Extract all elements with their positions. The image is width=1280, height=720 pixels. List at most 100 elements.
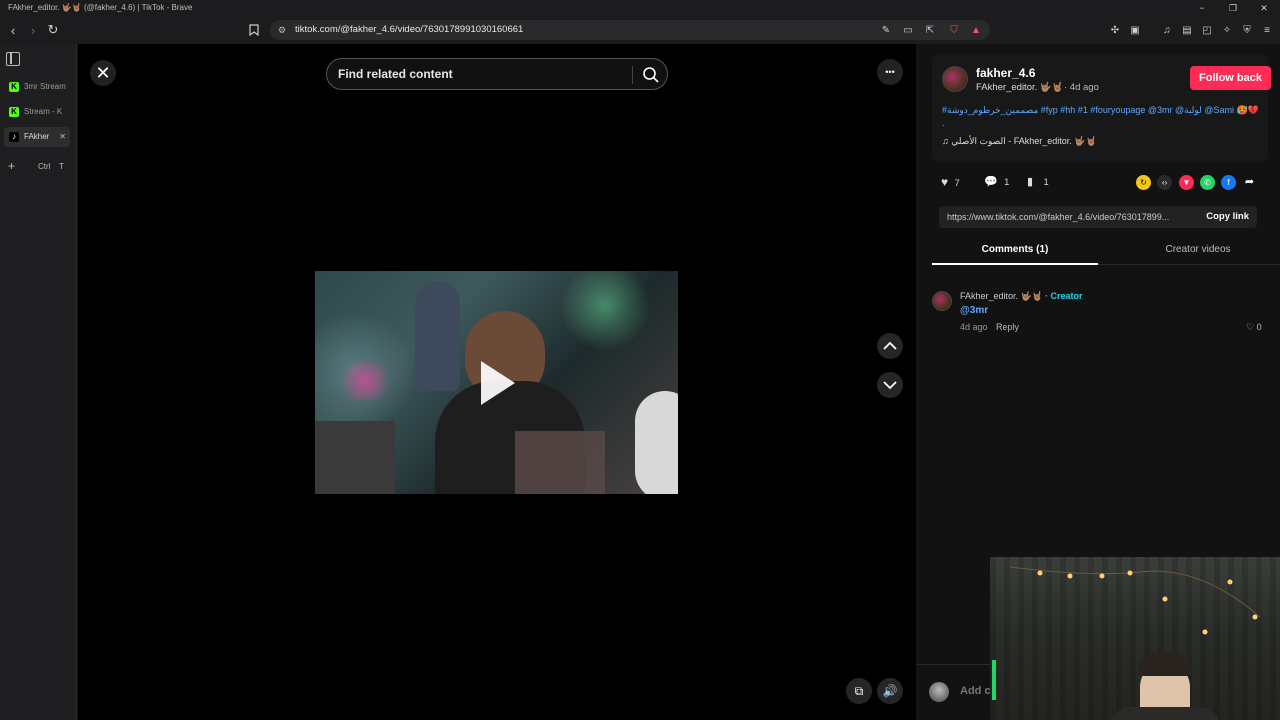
search-icon[interactable]	[641, 65, 661, 85]
site-info-icon[interactable]: ⚙	[278, 20, 286, 40]
next-video-button[interactable]	[877, 372, 903, 398]
tab-creator-videos[interactable]: Creator videos	[1115, 239, 1280, 265]
comment-age: 4d ago	[960, 322, 988, 332]
creator-badge: · Creator	[1045, 291, 1083, 301]
picture-in-picture-button[interactable]: ⧉	[846, 678, 872, 704]
sidebar-tab-stream-k[interactable]: K Stream - K	[4, 102, 70, 122]
window-titlebar: FAkher_editor. 🤟🏽🤘🏽 (@fakher_4.6) | TikT…	[0, 0, 1280, 16]
extensions-icon[interactable]: ✣	[1107, 22, 1123, 38]
post-age: · 4d ago	[1064, 82, 1099, 93]
follow-back-button[interactable]: Follow back	[1190, 66, 1271, 90]
facebook-icon[interactable]: f	[1221, 175, 1236, 190]
minimize-button[interactable]: −	[1187, 0, 1217, 16]
webcam-overlay	[990, 557, 1280, 720]
like-button[interactable]: ♥ 7	[941, 174, 960, 190]
sound-label: الصوت الأصلي - FAkher_editor. 🤟🏽🤘🏽	[951, 136, 1097, 146]
vertical-tab-sidebar: K 3mr Stream K Stream - K ♪ FAkher ✕ + C…	[0, 44, 77, 720]
chevron-down-icon	[883, 381, 897, 390]
comment-like-count: 0	[1256, 322, 1262, 332]
sound-row[interactable]: ♫ الصوت الأصلي - FAkher_editor. 🤟🏽🤘🏽	[942, 136, 1097, 147]
video-player-area: ✕ Find related content ••• ⧉ 🔊	[78, 44, 916, 720]
brave-shields-icon[interactable]: ⛉	[946, 22, 962, 38]
tiktok-icon: ♪	[9, 132, 19, 142]
heart-icon: ♥	[941, 175, 949, 189]
panel-tabs: Comments (1) Creator videos	[932, 239, 1280, 265]
bookmark-icon: ▮	[1027, 176, 1034, 188]
video-link[interactable]: https://www.tiktok.com/@fakher_4.6/video…	[947, 212, 1169, 222]
embed-icon[interactable]: ‹›	[1157, 175, 1172, 190]
comment-text[interactable]: @3mr	[960, 305, 988, 316]
comment-count: 1	[1004, 177, 1010, 187]
tab-label: FAkher	[24, 132, 50, 141]
tab-label: Stream - K	[24, 107, 63, 116]
comment-input[interactable]: Add c	[960, 685, 991, 697]
reader-icon[interactable]: ▤	[1179, 22, 1195, 38]
tab-label: 3mr Stream	[24, 82, 66, 91]
forward-icon[interactable]: ›	[23, 20, 43, 40]
tab-comments[interactable]: Comments (1)	[932, 239, 1098, 265]
new-tab-button[interactable]: +	[8, 156, 15, 176]
video-frame[interactable]	[315, 271, 678, 494]
whatsapp-icon[interactable]: ✆	[1200, 175, 1215, 190]
save-count: 1	[1043, 177, 1049, 187]
chevron-up-icon	[883, 341, 897, 350]
video-link-box: https://www.tiktok.com/@fakher_4.6/video…	[939, 206, 1257, 228]
url-text: tiktok.com/@fakher_4.6/video/76301789910…	[295, 24, 524, 35]
add-comment-bar[interactable]: Add c	[917, 664, 997, 720]
string-lights	[1009, 566, 1261, 635]
related-search-bar[interactable]: Find related content	[326, 58, 668, 90]
copy-link-button[interactable]: Copy link	[1206, 206, 1249, 228]
wallet-icon[interactable]: ◰	[1199, 22, 1215, 38]
new-tab-shortcut-key: T	[59, 162, 64, 171]
display-name[interactable]: FAkher_editor. 🤟🏽🤘🏽	[976, 82, 1064, 93]
maximize-button[interactable]: ❐	[1218, 0, 1248, 16]
avatar[interactable]	[942, 66, 968, 92]
user-avatar	[929, 682, 949, 702]
window-title: FAkher_editor. 🤟🏽🤘🏽 (@fakher_4.6) | TikT…	[8, 3, 193, 12]
share-icon[interactable]: ⇱	[922, 22, 938, 38]
back-icon[interactable]: ‹	[3, 20, 23, 40]
sidebar-tab-3mr-stream[interactable]: K 3mr Stream	[4, 77, 70, 97]
caption[interactable]: #مصممين_خرطوم_دوشة #fyp #hh #1 #fouryoup…	[942, 104, 1260, 130]
reply-button[interactable]: Reply	[996, 322, 1019, 332]
vpn-icon[interactable]: ⛨	[1239, 22, 1255, 38]
floating-player-icon: ⧉	[854, 683, 864, 698]
repost-icon[interactable]: ↻	[1136, 175, 1151, 190]
tune-icon[interactable]: ✎	[878, 22, 894, 38]
brave-rewards-icon[interactable]: ▲	[968, 22, 984, 38]
more-options-button[interactable]: •••	[877, 59, 903, 85]
heart-outline-icon: ♡	[1246, 322, 1255, 332]
comment-button[interactable]: 💬 1	[984, 174, 1009, 190]
comment-item: FAkher_editor. 🤟🏽🤘🏽 · Creator @3mr 4d ag…	[932, 289, 1268, 339]
close-window-button[interactable]: ✕	[1249, 0, 1279, 16]
speaker-icon: 🔊	[882, 684, 898, 698]
menu-icon[interactable]: ≡	[1259, 22, 1275, 38]
previous-video-button[interactable]	[877, 333, 903, 359]
reload-icon[interactable]: ↻	[43, 20, 63, 40]
username[interactable]: fakher_4.6	[976, 66, 1035, 80]
kick-icon: K	[9, 107, 19, 117]
leo-icon[interactable]: ✧	[1219, 22, 1235, 38]
share-arrow-icon[interactable]: ➦	[1242, 175, 1257, 190]
kick-icon: K	[9, 82, 19, 92]
comment-like-button[interactable]: ♡ 0	[1246, 322, 1262, 333]
close-icon[interactable]: ✕	[90, 60, 116, 86]
comment-author[interactable]: FAkher_editor. 🤟🏽🤘🏽	[960, 291, 1043, 302]
play-icon[interactable]	[481, 361, 515, 405]
volume-button[interactable]: 🔊	[877, 678, 903, 704]
sidebar-toggle-icon[interactable]	[6, 52, 20, 66]
bookmark-icon[interactable]	[244, 20, 264, 40]
cast-icon[interactable]: ▭	[900, 22, 916, 38]
send-to-friends-icon[interactable]: ▼	[1179, 175, 1194, 190]
save-button[interactable]: ▮ 1	[1027, 174, 1049, 190]
commenter-avatar[interactable]	[932, 291, 952, 311]
close-tab-icon[interactable]: ✕	[59, 127, 66, 147]
comment-icon: 💬	[984, 176, 998, 188]
like-count: 7	[954, 178, 960, 188]
sidepanel-icon[interactable]: ▣	[1127, 22, 1143, 38]
plus-icon: +	[8, 159, 16, 173]
sidebar-tab-fakher[interactable]: ♪ FAkher ✕	[4, 127, 70, 147]
search-input[interactable]: Find related content	[338, 59, 453, 89]
music-icon[interactable]: ♫	[1159, 22, 1175, 38]
divider	[632, 66, 633, 84]
